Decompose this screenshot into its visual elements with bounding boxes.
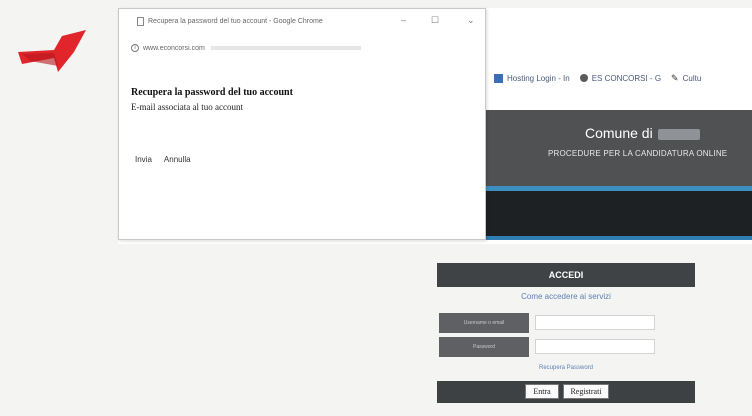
bookmark-label: ES CONCORSI - G: [591, 73, 662, 83]
login-header: ACCEDI: [437, 263, 695, 287]
enter-button[interactable]: Entra: [525, 384, 559, 399]
recover-heading: Recupera la password del tuo account: [131, 87, 293, 98]
maximize-icon[interactable]: ☐: [431, 15, 439, 26]
password-input[interactable]: [535, 339, 655, 354]
bookmark-label: Hosting Login - In: [507, 73, 570, 83]
minimize-icon[interactable]: ‒: [401, 15, 406, 25]
send-button[interactable]: Invia: [135, 155, 152, 164]
popup-tab-title: Recupera la password del tuo account - G…: [148, 17, 323, 25]
email-label: E-mail associata al tuo account: [131, 102, 243, 112]
login-footer: Entra Registrati: [437, 381, 695, 403]
annotation-arrow-icon: [18, 30, 86, 72]
password-row: Password: [437, 337, 695, 357]
popup-actions: Invia Annulla: [135, 155, 191, 164]
banner-subtitle: PROCEDURE PER LA CANDIDATURA ONLINE: [548, 149, 728, 158]
redacted-municipality-name: [658, 129, 700, 140]
globe-icon: [579, 74, 588, 82]
url-path-faded: [210, 46, 361, 50]
bookmarks-bar: Hosting Login - In ES CONCORSI - G ✎ Cul…: [480, 62, 752, 94]
banner-title: Comune di: [585, 125, 653, 141]
login-box: ACCEDI Come accedere ai servizi Username…: [437, 263, 695, 403]
recover-password-link[interactable]: Recupera Password: [437, 365, 695, 371]
page-icon: [137, 16, 144, 26]
bookmark-label: Cultu: [682, 73, 702, 83]
username-label: Username o email: [439, 313, 529, 333]
register-button[interactable]: Registrati: [563, 384, 609, 399]
recover-password-popup: Recupera la password del tuo account - G…: [118, 8, 486, 240]
popup-url: www.econcorsi.com: [143, 44, 205, 52]
pen-icon: ✎: [671, 72, 679, 83]
popup-addressbar: i www.econcorsi.com: [119, 41, 485, 55]
grid-icon: [494, 73, 503, 83]
bookmark-cultura[interactable]: ✎ Cultu: [671, 73, 701, 84]
username-row: Username o email: [437, 313, 695, 333]
bookmark-esconcorsi[interactable]: ES CONCORSI - G: [579, 73, 662, 83]
password-label: Password: [439, 337, 529, 357]
cancel-button[interactable]: Annulla: [164, 155, 191, 164]
info-icon: i: [131, 44, 139, 52]
bookmark-hosting[interactable]: Hosting Login - In: [494, 73, 570, 83]
username-input[interactable]: [535, 315, 655, 330]
dropdown-icon[interactable]: ⌄: [467, 15, 475, 26]
how-to-access-link[interactable]: Come accedere ai servizi: [437, 292, 695, 301]
